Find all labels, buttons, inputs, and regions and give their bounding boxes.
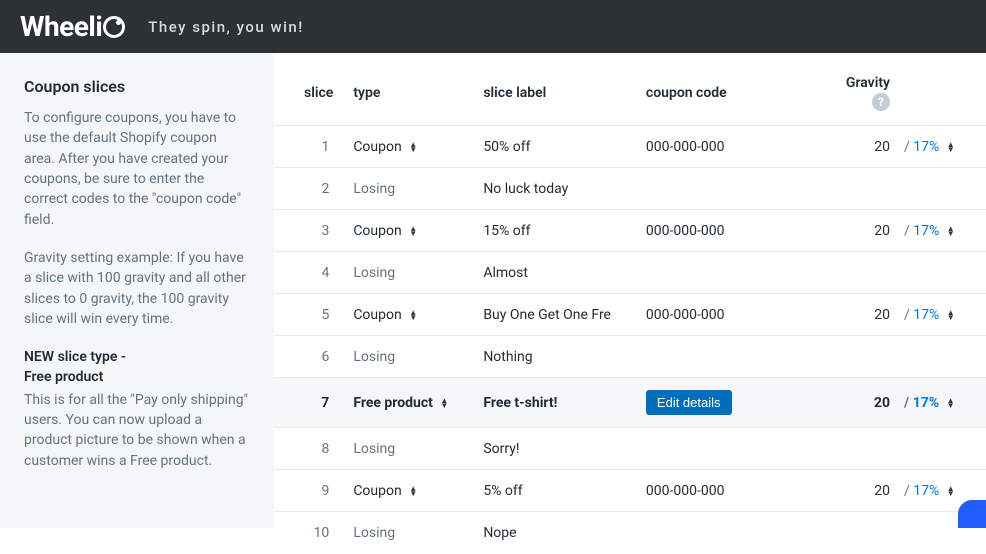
sort-icon[interactable]: ▲▼ [409,310,417,320]
coupon-cell [636,252,836,294]
brand-text: Wheeli [20,10,102,43]
col-gravity: Gravity ? [836,65,900,126]
gravity-value: 20 [836,210,900,252]
gravity-value: 20 [836,126,900,168]
app-header: Wheeli They spin, you win! [0,0,986,53]
col-label: slice label [473,65,636,126]
table-row: 5Coupon ▲▼Buy One Get One Fre000-000-000… [274,294,986,336]
type-cell: Losing [343,168,473,210]
brand-tagline: They spin, you win! [148,18,304,36]
sort-icon[interactable]: ▲▼ [947,226,955,236]
slice-label: Almost [473,252,636,294]
type-cell: Losing [343,252,473,294]
slice-label: 5% off [473,470,636,512]
gravity-value [836,428,900,470]
sidebar-help-2: Gravity setting example: If you have a s… [24,248,250,329]
sort-icon[interactable]: ▲▼ [409,142,417,152]
gravity-value [836,512,900,554]
type-cell: Losing [343,336,473,378]
type-cell: Losing [343,428,473,470]
table-row: 4LosingAlmost [274,252,986,294]
type-select[interactable]: Coupon ▲▼ [343,126,473,168]
gravity-value: 20 [836,378,900,428]
slice-label: Free t-shirt! [473,378,636,428]
brand-logo: Wheeli [20,10,126,43]
gravity-percent[interactable]: / 17% ▲▼ [900,294,986,336]
slice-label: Nope [473,512,636,554]
gravity-percent[interactable]: / 17% ▲▼ [900,378,986,428]
sort-icon[interactable]: ▲▼ [409,226,417,236]
gravity-percent[interactable]: / 17% ▲▼ [900,210,986,252]
type-select[interactable]: Coupon ▲▼ [343,470,473,512]
coupon-cell: 000-000-000 [636,126,836,168]
col-type: type [343,65,473,126]
table-row: 7Free product ▲▼Free t-shirt! Edit detail… [274,378,986,428]
gravity-value: 20 [836,470,900,512]
gravity-value [836,336,900,378]
slice-index: 9 [274,470,343,512]
coupon-cell [636,512,836,554]
coupon-cell: 000-000-000 [636,470,836,512]
sidebar-help-3: This is for all the "Pay only shipping" … [24,390,250,471]
sidebar-help-1: To configure coupons, you have to use th… [24,108,250,230]
col-coupon: coupon code [636,65,836,126]
sort-icon[interactable]: ▲▼ [947,486,955,496]
sort-icon[interactable]: ▲▼ [947,142,955,152]
coupon-cell: 000-000-000 [636,294,836,336]
coupon-cell: Edit details [636,378,836,428]
table-row: 8LosingSorry! [274,428,986,470]
table-row: 6LosingNothing [274,336,986,378]
coupon-cell [636,336,836,378]
slice-index: 8 [274,428,343,470]
sort-icon[interactable]: ▲▼ [409,486,417,496]
sidebar-title: Coupon slices [24,75,250,98]
slice-label: Nothing [473,336,636,378]
col-slice: slice [274,65,343,126]
slices-table: slice type slice label coupon code Gravi… [274,65,986,554]
type-select[interactable]: Free product ▲▼ [343,378,473,428]
sort-icon[interactable]: ▲▼ [440,398,448,408]
gravity-value [836,168,900,210]
slice-index: 2 [274,168,343,210]
edit-details-button[interactable]: Edit details [646,390,732,415]
gravity-value [836,252,900,294]
wheel-icon [103,16,125,38]
help-icon[interactable]: ? [872,93,890,111]
slice-index: 10 [274,512,343,554]
gravity-percent[interactable]: / 17% ▲▼ [900,126,986,168]
slice-index: 6 [274,336,343,378]
table-header-row: slice type slice label coupon code Gravi… [274,65,986,126]
table-row: 1Coupon ▲▼50% off000-000-00020/ 17% ▲▼ [274,126,986,168]
coupon-cell: 000-000-000 [636,210,836,252]
sort-icon[interactable]: ▲▼ [947,310,955,320]
type-select[interactable]: Coupon ▲▼ [343,210,473,252]
slice-label: Buy One Get One Fre [473,294,636,336]
slice-index: 1 [274,126,343,168]
table-row: 10LosingNope [274,512,986,554]
sort-icon[interactable]: ▲▼ [947,398,955,408]
sidebar: Coupon slices To configure coupons, you … [0,53,274,528]
slice-index: 3 [274,210,343,252]
main-content: slice type slice label coupon code Gravi… [274,53,986,528]
slice-label: No luck today [473,168,636,210]
coupon-cell [636,428,836,470]
slice-label: 15% off [473,210,636,252]
gravity-value: 20 [836,294,900,336]
type-cell: Losing [343,512,473,554]
table-row: 3Coupon ▲▼15% off000-000-00020/ 17% ▲▼ [274,210,986,252]
slice-label: Sorry! [473,428,636,470]
table-row: 9Coupon ▲▼5% off000-000-00020/ 17% ▲▼ [274,470,986,512]
slice-index: 4 [274,252,343,294]
chat-fab[interactable] [958,500,986,528]
table-row: 2LosingNo luck today [274,168,986,210]
type-select[interactable]: Coupon ▲▼ [343,294,473,336]
slice-label: 50% off [473,126,636,168]
slice-index: 7 [274,378,343,428]
sidebar-new-heading: NEW slice type - Free product [24,347,250,388]
coupon-cell [636,168,836,210]
slice-index: 5 [274,294,343,336]
